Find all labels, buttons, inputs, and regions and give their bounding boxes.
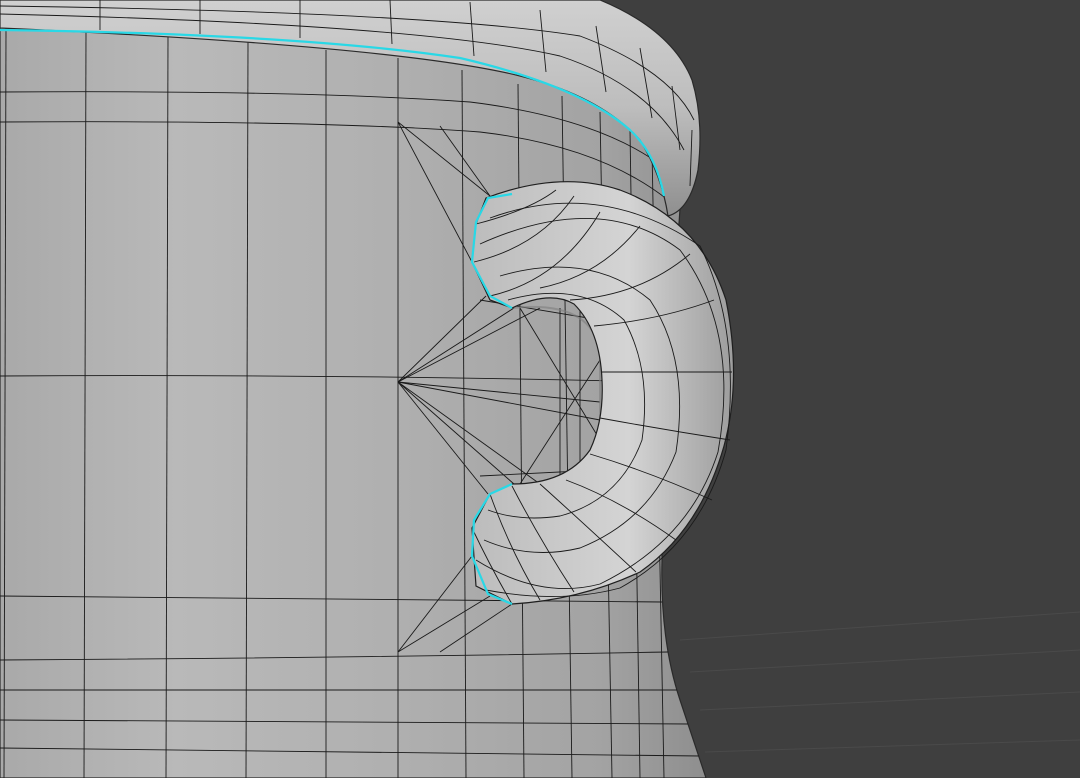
3d-viewport[interactable]: [0, 0, 1080, 778]
viewport-canvas[interactable]: [0, 0, 1080, 778]
